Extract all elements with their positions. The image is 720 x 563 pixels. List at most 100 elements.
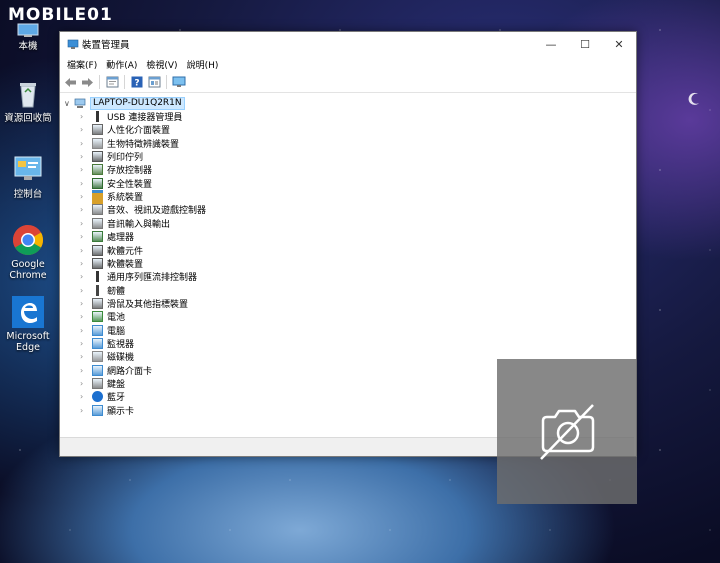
- chevron-right-icon[interactable]: ›: [80, 286, 92, 295]
- menu-action[interactable]: 動作(A): [103, 58, 143, 71]
- tree-node-label: 列印佇列: [107, 153, 144, 164]
- back-arrow-icon[interactable]: [63, 75, 77, 89]
- camera-off-icon: [540, 404, 595, 460]
- svg-text:?: ?: [134, 79, 139, 89]
- chevron-right-icon[interactable]: ›: [80, 139, 92, 148]
- tree-node[interactable]: › 音訊輸入與輸出: [80, 217, 170, 230]
- tree-node-label: 軟體元件: [107, 246, 144, 257]
- tree-node[interactable]: › 生物特徵辨識裝置: [80, 137, 179, 150]
- security-icon: [92, 177, 103, 189]
- tree-node[interactable]: › 藍牙: [80, 390, 125, 403]
- tree-node[interactable]: › 通用序列匯流排控制器: [80, 270, 197, 283]
- tree-node[interactable]: › 監視器: [80, 337, 134, 350]
- tree-node[interactable]: › 鍵盤: [80, 377, 125, 390]
- window-title: 裝置管理員: [82, 40, 130, 51]
- toolbar: ?: [60, 72, 636, 93]
- menu-bar: 檔案(F) 動作(A) 檢視(V) 說明(H): [60, 56, 636, 72]
- toolbar-separator: [166, 75, 167, 89]
- chevron-right-icon[interactable]: ›: [80, 379, 92, 388]
- system-folder-icon: [92, 189, 103, 204]
- chevron-right-icon[interactable]: ›: [80, 352, 92, 361]
- tree-node-label: 監視器: [107, 339, 135, 350]
- tree-node[interactable]: › USB 連接器管理員: [80, 110, 182, 123]
- chevron-right-icon[interactable]: ›: [80, 192, 92, 201]
- tree-node[interactable]: › 安全性裝置: [80, 177, 152, 190]
- tree-node[interactable]: › 列印佇列: [80, 150, 143, 163]
- desktop-icon-chrome[interactable]: Google Chrome: [0, 224, 56, 281]
- tree-node[interactable]: › 系統裝置: [80, 189, 143, 204]
- chevron-right-icon[interactable]: ›: [80, 205, 92, 214]
- chevron-right-icon[interactable]: ›: [80, 219, 92, 228]
- desktop-icon-control-panel[interactable]: 控制台: [0, 154, 56, 200]
- chevron-right-icon[interactable]: ›: [80, 179, 92, 188]
- chevron-right-icon[interactable]: ›: [80, 246, 92, 255]
- chevron-right-icon[interactable]: ›: [80, 125, 92, 134]
- menu-file[interactable]: 檔案(F): [64, 58, 103, 71]
- tree-node[interactable]: › 軟體裝置: [80, 257, 143, 270]
- chevron-right-icon[interactable]: ›: [80, 299, 92, 308]
- title-bar[interactable]: 裝置管理員 — ☐ ✕: [60, 32, 636, 56]
- tree-node[interactable]: › 處理器: [80, 230, 134, 243]
- biometric-icon: [92, 137, 103, 149]
- tree-node[interactable]: › 人性化介面裝置: [80, 123, 170, 136]
- help-icon[interactable]: ?: [130, 75, 144, 89]
- tree-node[interactable]: › 滑鼠及其他指標裝置: [80, 297, 188, 310]
- desktop-icon-recycle-bin[interactable]: 資源回收筒: [0, 78, 56, 124]
- tree-node[interactable]: › 音效、視訊及遊戲控制器: [80, 203, 206, 216]
- chevron-right-icon[interactable]: ›: [80, 112, 92, 121]
- desktop-icon-label: 資源回收筒: [4, 113, 52, 124]
- close-button[interactable]: ✕: [602, 32, 636, 56]
- desktop-icon-edge[interactable]: Microsoft Edge: [0, 296, 56, 353]
- chevron-down-icon[interactable]: ∨: [64, 99, 74, 108]
- usb-icon: [92, 111, 103, 122]
- software-component-icon: [92, 244, 103, 256]
- minimize-button[interactable]: —: [534, 32, 568, 56]
- maximize-button[interactable]: ☐: [568, 32, 602, 56]
- bluetooth-icon: [92, 391, 103, 403]
- computer-icon: [92, 324, 103, 336]
- tree-node[interactable]: › 網路介面卡: [80, 364, 152, 377]
- tree-node-label: 軟體裝置: [107, 259, 144, 270]
- chevron-right-icon[interactable]: ›: [80, 272, 92, 281]
- wallpaper-crescent: [688, 92, 699, 105]
- tree-node-label: 鍵盤: [107, 380, 126, 390]
- chevron-right-icon[interactable]: ›: [80, 406, 92, 415]
- menu-help[interactable]: 說明(H): [184, 58, 225, 71]
- chevron-right-icon[interactable]: ›: [80, 366, 92, 375]
- tree-node[interactable]: › 存放控制器: [80, 163, 152, 176]
- tree-node[interactable]: › 韌體: [80, 284, 125, 297]
- disk-drive-icon: [92, 351, 103, 363]
- tree-node[interactable]: › 顯示卡: [80, 404, 134, 417]
- chevron-right-icon[interactable]: ›: [80, 339, 92, 348]
- tree-node[interactable]: › 電腦: [80, 324, 125, 337]
- tree-node-label: 人性化介面裝置: [107, 126, 171, 137]
- chevron-right-icon[interactable]: ›: [80, 152, 92, 161]
- desktop-icon-label: 本機: [18, 41, 38, 52]
- chevron-right-icon[interactable]: ›: [80, 232, 92, 241]
- speaker-icon: [92, 204, 103, 216]
- tree-root-label: LAPTOP-DU1Q2R1N: [90, 97, 185, 110]
- chevron-right-icon[interactable]: ›: [80, 326, 92, 335]
- forward-arrow-icon[interactable]: [80, 75, 94, 89]
- tree-node-label: 網路介面卡: [107, 366, 153, 377]
- tree-node-label: 通用序列匯流排控制器: [107, 273, 198, 284]
- view-icon[interactable]: [147, 75, 161, 89]
- chevron-right-icon[interactable]: ›: [80, 312, 92, 321]
- tree-node-label: 安全性裝置: [107, 179, 153, 190]
- tree-node[interactable]: › 磁碟機: [80, 350, 134, 363]
- desktop-icon-this-pc[interactable]: 本機: [0, 22, 56, 52]
- menu-view[interactable]: 檢視(V): [143, 58, 183, 71]
- chevron-right-icon[interactable]: ›: [80, 165, 92, 174]
- software-device-icon: [92, 257, 103, 269]
- chevron-right-icon[interactable]: ›: [80, 259, 92, 268]
- keyboard-icon: [92, 378, 103, 389]
- chevron-right-icon[interactable]: ›: [80, 392, 92, 401]
- tree-root-computer[interactable]: ∨ LAPTOP-DU1Q2R1N: [64, 97, 185, 110]
- hid-icon: [92, 124, 103, 136]
- tree-node[interactable]: › 軟體元件: [80, 244, 143, 257]
- desktop-icon-label-line1: Google: [11, 259, 45, 270]
- monitor-scan-icon[interactable]: [172, 75, 186, 89]
- tree-node-label: 處理器: [107, 233, 135, 244]
- tree-node[interactable]: › 電池: [80, 310, 125, 323]
- properties-icon[interactable]: [105, 75, 119, 89]
